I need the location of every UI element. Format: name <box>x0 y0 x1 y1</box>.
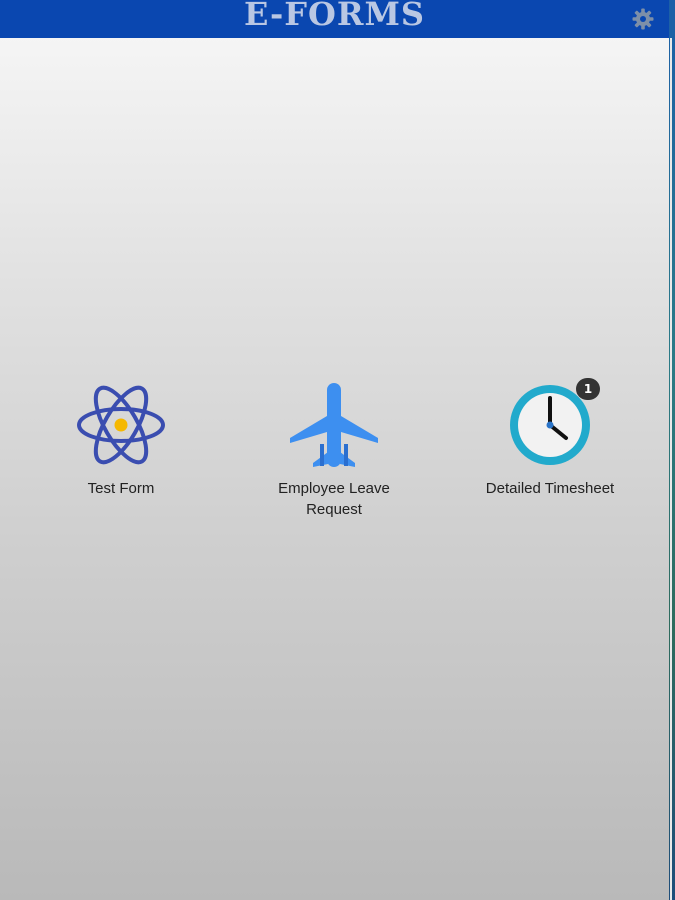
atom-icon <box>71 380 171 470</box>
app-window: E-FORMS Test Form Employee Leave Request… <box>0 0 675 900</box>
tile-label-employee-leave: Employee Leave Request <box>249 478 419 520</box>
tile-label-test-form: Test Form <box>87 480 155 497</box>
tile-label-line-1: Employee Leave <box>278 480 390 497</box>
app-title: E-FORMS <box>244 0 425 33</box>
app-header: E-FORMS <box>0 0 669 38</box>
window-edge <box>669 0 675 900</box>
airplane-icon <box>284 380 384 470</box>
tile-label-detailed-timesheet: Detailed Timesheet <box>485 480 615 497</box>
gear-icon[interactable] <box>631 7 655 31</box>
tile-detailed-timesheet[interactable]: 1 Detailed Timesheet <box>465 378 635 525</box>
tile-test-form[interactable]: Test Form <box>36 380 206 525</box>
tile-employee-leave-request[interactable]: Employee Leave Request <box>249 380 419 525</box>
window-edge-inner <box>670 38 672 900</box>
notification-badge: 1 <box>576 378 600 400</box>
tile-label-line-2: Request <box>306 501 362 518</box>
clock-icon: 1 <box>500 378 600 470</box>
